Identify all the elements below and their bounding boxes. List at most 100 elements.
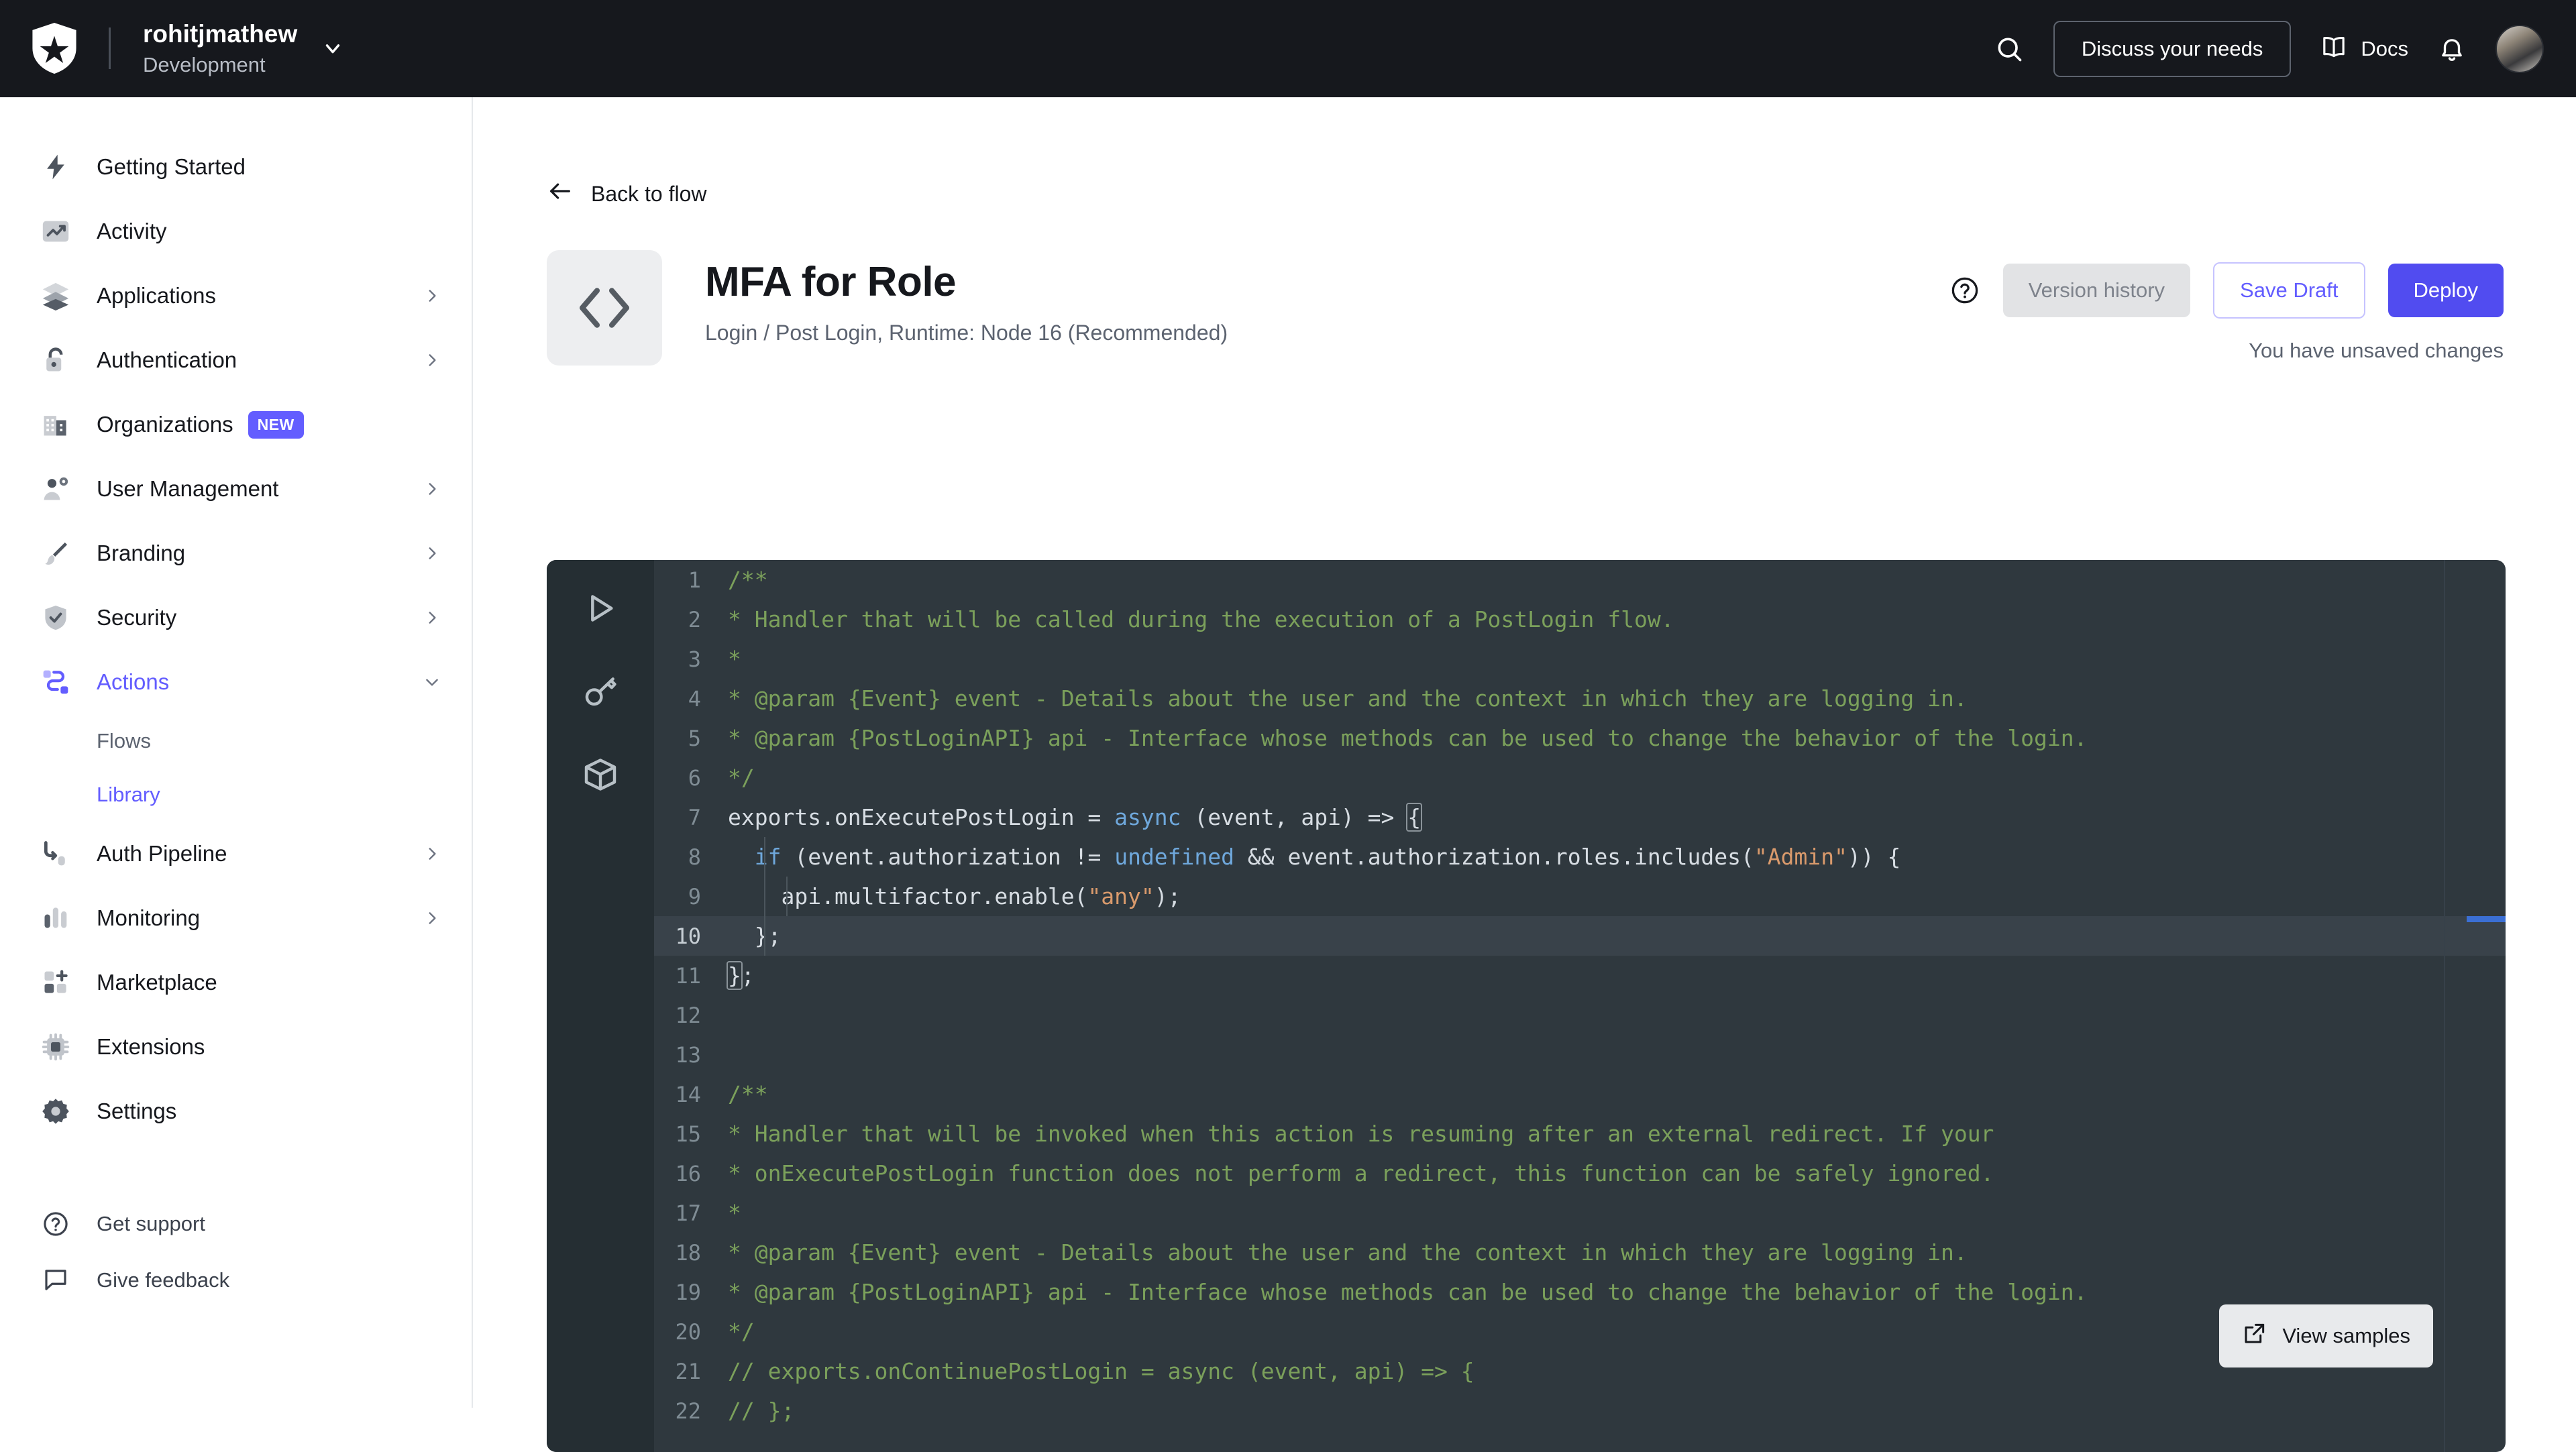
line-number: 15 [675, 1121, 701, 1147]
deploy-button[interactable]: Deploy [2387, 264, 2504, 317]
editor-rail [547, 560, 654, 1452]
sidebar-item-settings[interactable]: Settings [0, 1079, 472, 1143]
page-header: MFA for Role Login / Post Login, Runtime… [547, 250, 2576, 366]
sidebar-item-authentication[interactable]: Authentication [0, 328, 472, 392]
speech-bubble-icon [38, 1262, 74, 1298]
bell-icon[interactable] [2438, 35, 2466, 63]
line-number: 18 [675, 1239, 701, 1266]
code-text: api.multifactor.enable("any"); [728, 883, 1181, 909]
sidebar-label: Monitoring [97, 905, 201, 930]
discuss-your-needs-button[interactable]: Discuss your needs [2053, 20, 2292, 77]
sidebar-footer: Get support Give feedback [0, 1196, 472, 1308]
sidebar-label: Activity [97, 219, 167, 243]
sidebar-item-security[interactable]: Security [0, 585, 472, 650]
gear-icon [38, 1093, 74, 1129]
sidebar-item-get-support[interactable]: Get support [0, 1196, 472, 1252]
code-line[interactable]: 9 api.multifactor.enable("any"); [654, 877, 2506, 916]
sidebar-label: Marketplace [97, 970, 217, 995]
code-lines[interactable]: 1 /** 2 * Handler that will be called durin… [654, 560, 2506, 1431]
code-line[interactable]: 18 * @param {Event} event - Details about… [654, 1233, 2506, 1272]
key-secrets-icon[interactable] [582, 673, 619, 710]
box-modules-icon[interactable] [582, 756, 619, 793]
sidebar-item-user-management[interactable]: User Management [0, 457, 472, 521]
sidebar-item-organizations[interactable]: Organizations NEW [0, 392, 472, 457]
chevron-right-icon [423, 545, 441, 562]
line-number: 2 [688, 606, 701, 632]
bar-chart-icon [38, 900, 74, 936]
code-text: }; [727, 961, 755, 990]
sidebar-item-activity[interactable]: Activity [0, 199, 472, 264]
docs-link[interactable]: Docs [2320, 33, 2408, 65]
chevron-right-icon [423, 287, 441, 304]
code-line[interactable]: 13 [654, 1035, 2506, 1074]
code-line[interactable]: 12 [654, 995, 2506, 1035]
code-text: * [728, 646, 741, 672]
code-line[interactable]: 4 * @param {Event} event - Details about … [654, 679, 2506, 718]
code-line[interactable]: 22 // }; [654, 1391, 2506, 1431]
indent-guide [764, 837, 765, 956]
code-line[interactable]: 6 */ [654, 758, 2506, 797]
question-circle-icon[interactable] [1949, 275, 1980, 306]
line-number: 4 [688, 685, 701, 712]
sidebar-item-applications[interactable]: Applications [0, 264, 472, 328]
cursor-position-marker [2467, 916, 2506, 922]
sidebar-label: Branding [97, 541, 186, 565]
line-number: 6 [688, 765, 701, 791]
sidebar-item-flows[interactable]: Flows [0, 714, 472, 768]
view-samples-label: View samples [2282, 1324, 2410, 1347]
page-subtitle: Login / Post Login, Runtime: Node 16 (Re… [705, 321, 1228, 345]
sidebar-item-branding[interactable]: Branding [0, 521, 472, 585]
search-icon[interactable] [1994, 34, 2024, 64]
building-icon [38, 406, 74, 443]
chevron-right-icon [423, 845, 441, 862]
sidebar-item-monitoring[interactable]: Monitoring [0, 886, 472, 950]
line-number: 22 [675, 1398, 701, 1424]
actions-flow-icon [38, 664, 74, 700]
sidebar-item-library[interactable]: Library [0, 768, 472, 822]
chevron-right-icon [423, 609, 441, 626]
code-text: // }; [728, 1398, 795, 1424]
code-line[interactable]: 11}; [654, 956, 2506, 995]
line-number: 12 [675, 1002, 701, 1028]
sidebar-label: Security [97, 605, 177, 630]
tenant-selector[interactable]: rohitjmathew Development [143, 19, 344, 79]
grid-plus-icon [38, 964, 74, 1001]
sidebar-item-auth-pipeline[interactable]: Auth Pipeline [0, 822, 472, 886]
back-to-flow-link[interactable]: Back to flow [547, 178, 707, 210]
line-number: 7 [688, 804, 701, 830]
code-line[interactable]: 7 exports.onExecutePostLogin = async (eve… [654, 797, 2506, 837]
sidebar-item-actions[interactable]: Actions [0, 650, 472, 714]
sidebar-sublabel: Flows [97, 729, 151, 752]
view-samples-button[interactable]: View samples [2219, 1304, 2433, 1367]
avatar[interactable] [2496, 24, 2544, 73]
sidebar-item-getting-started[interactable]: Getting Started [0, 135, 472, 199]
code-line[interactable]: 10 }; [654, 916, 2506, 956]
auth0-shield-icon[interactable] [32, 23, 76, 74]
chevron-right-icon [423, 480, 441, 498]
sidebar-item-marketplace[interactable]: Marketplace [0, 950, 472, 1015]
code-line[interactable]: 8 if (event.authorization != undefined &… [654, 837, 2506, 877]
code-line[interactable]: 17 * [654, 1193, 2506, 1233]
tenant-environment: Development [143, 52, 266, 76]
code-line[interactable]: 14 /** [654, 1074, 2506, 1114]
code-line[interactable]: 2 * Handler that will be called during th… [654, 600, 2506, 639]
code-line[interactable]: 3 * [654, 639, 2506, 679]
code-line[interactable]: 1 /** [654, 560, 2506, 600]
chevron-right-icon [423, 909, 441, 927]
code-line[interactable]: 15 * Handler that will be invoked when th… [654, 1114, 2506, 1154]
sidebar-label: Actions [97, 669, 170, 694]
code-line[interactable]: 5 * @param {PostLoginAPI} api - Interface… [654, 718, 2506, 758]
version-history-button[interactable]: Version history [2002, 264, 2191, 317]
sidebar-label: Give feedback [97, 1268, 230, 1292]
sidebar-item-extensions[interactable]: Extensions [0, 1015, 472, 1079]
sidebar-label: Settings [97, 1099, 177, 1123]
title-block: MFA for Role Login / Post Login, Runtime… [705, 250, 1228, 345]
line-number: 1 [688, 567, 701, 593]
code-line[interactable]: 16 * onExecutePostLogin function does not… [654, 1154, 2506, 1193]
play-run-icon[interactable] [582, 590, 619, 627]
line-number: 19 [675, 1279, 701, 1305]
sidebar-item-give-feedback[interactable]: Give feedback [0, 1252, 472, 1308]
code-text: */ [728, 765, 755, 791]
save-draft-button[interactable]: Save Draft [2213, 262, 2365, 319]
chip-icon [38, 1029, 74, 1065]
